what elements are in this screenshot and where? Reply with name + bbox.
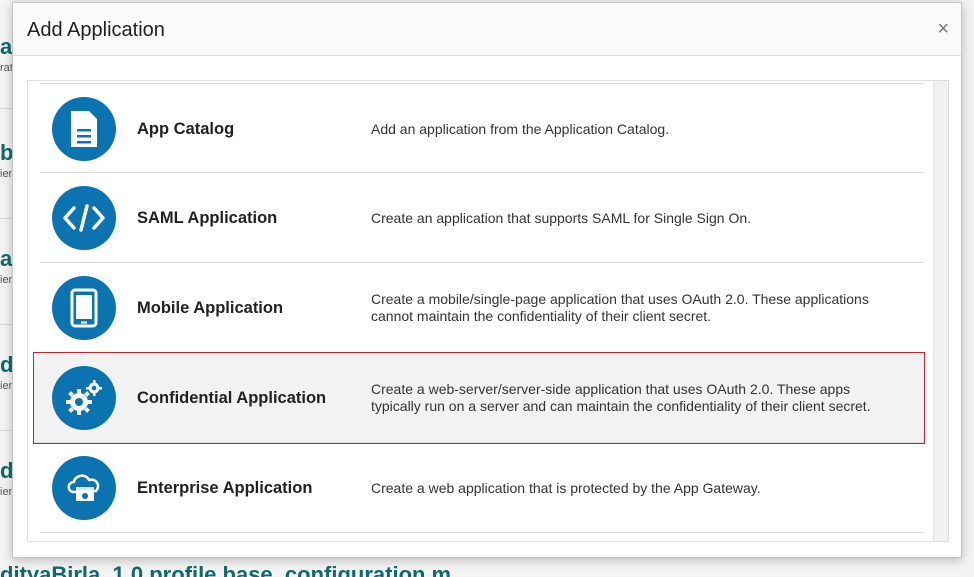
dialog-title: Add Application (27, 19, 165, 41)
option-name: Mobile Application (137, 298, 284, 317)
gears-icon (52, 366, 116, 430)
option-description: Create a web-server/server-side applicat… (371, 381, 871, 414)
background-item: afi rat (0, 34, 12, 74)
background-divider (0, 108, 12, 109)
option-name: Enterprise Application (137, 478, 313, 497)
option-name: Confidential Application (137, 388, 327, 407)
mobile-application-option[interactable]: Mobile Application Create a mobile/singl… (40, 263, 924, 353)
option-name: SAML Application (137, 208, 278, 227)
option-description: Create a mobile/single-page application … (371, 291, 869, 324)
background-item: d ien (0, 458, 12, 498)
enterprise-application-option[interactable]: Enterprise Application Create a web appl… (40, 443, 924, 533)
close-icon[interactable]: × (937, 19, 949, 39)
background-divider (0, 324, 12, 325)
background-item: d ien (0, 352, 12, 392)
background-item: b ien (0, 140, 12, 180)
code-icon (52, 186, 116, 250)
tablet-icon (52, 276, 116, 340)
saml-application-option[interactable]: SAML Application Create an application t… (40, 173, 924, 263)
application-list: App Catalog Add an application from the … (33, 83, 925, 533)
option-description: Add an application from the Application … (371, 120, 670, 137)
document-icon (52, 97, 116, 161)
option-description: Create a web application that is protect… (371, 479, 761, 496)
background-divider (0, 430, 12, 431)
cloud-app-icon (52, 456, 116, 520)
app-catalog-option[interactable]: App Catalog Add an application from the … (40, 83, 924, 173)
option-description: Create an application that supports SAML… (371, 209, 752, 226)
scrollbar[interactable] (933, 81, 948, 541)
option-name: App Catalog (137, 119, 235, 138)
background-footer-link: dityaBirla_1.0 profile base_configuratio… (0, 562, 452, 577)
background-divider (0, 218, 12, 219)
add-application-dialog: Add Application × App Catalog Add an app… (12, 2, 962, 558)
confidential-application-option[interactable]: Confidential Application Create a web-se… (33, 352, 925, 444)
background-item: ac ien (0, 246, 12, 286)
application-type-list: App Catalog Add an application from the … (27, 80, 949, 542)
dialog-header: Add Application × (13, 3, 961, 56)
